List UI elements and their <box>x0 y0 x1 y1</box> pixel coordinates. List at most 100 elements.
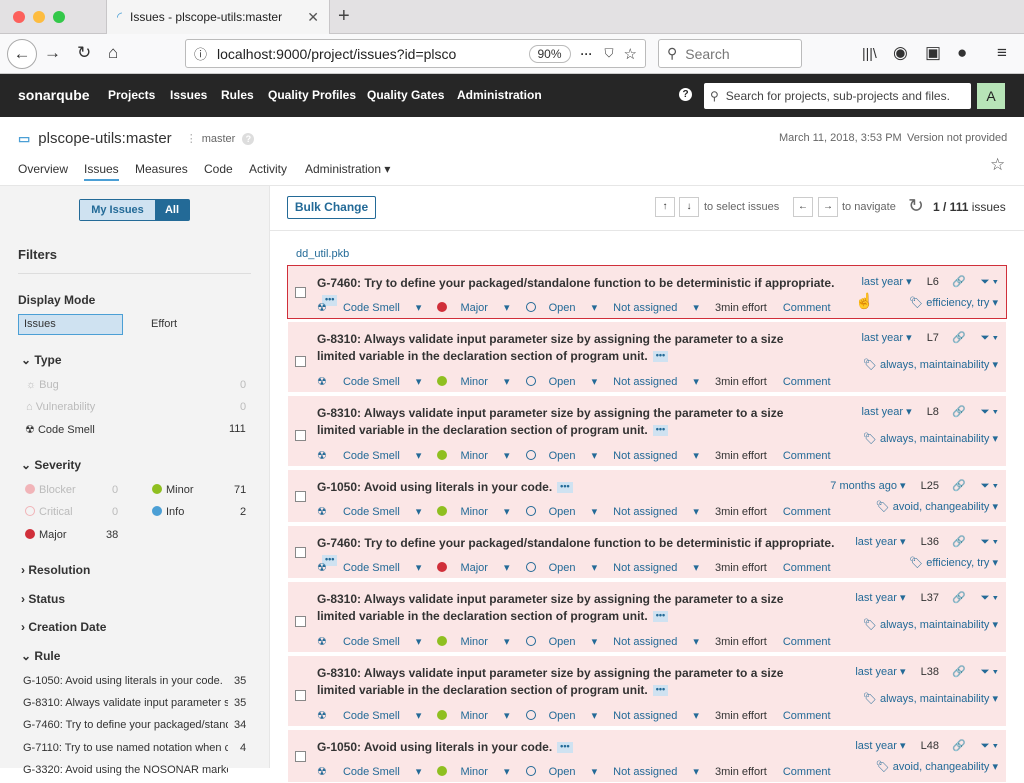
issue-age[interactable]: last year ▾ <box>855 536 905 548</box>
info-icon[interactable]: ⓘ <box>194 44 207 63</box>
issue-comment[interactable]: Comment <box>783 636 831 648</box>
issue-severity[interactable]: Minor ▾ <box>437 710 510 722</box>
severity-info[interactable]: Info <box>152 506 184 518</box>
more-dots-icon[interactable]: ••• <box>557 742 573 754</box>
issue-age[interactable]: 7 months ago ▾ <box>830 480 905 492</box>
issue-type[interactable]: ☢ Code Smell ▾ <box>317 302 421 314</box>
issue-age[interactable]: last year ▾ <box>855 592 905 604</box>
new-tab-button[interactable]: + <box>338 5 350 28</box>
my-issues-button[interactable]: My Issues <box>80 200 155 220</box>
issue-row[interactable]: G-8310: Always validate input parameter … <box>287 321 1007 393</box>
issue-row[interactable]: G-1050: Avoid using literals in your cod… <box>287 729 1007 783</box>
issue-row[interactable]: G-1050: Avoid using literals in your cod… <box>287 469 1007 523</box>
tab-measures[interactable]: Measures <box>135 162 188 176</box>
issue-comment[interactable]: Comment <box>783 562 831 574</box>
issue-assignee[interactable]: Not assigned ▾ <box>613 562 699 574</box>
zoom-level[interactable]: 90% <box>528 44 571 63</box>
issue-title[interactable]: G-1050: Avoid using literals in your cod… <box>317 479 837 496</box>
issue-age[interactable]: last year ▾ <box>855 666 905 678</box>
issue-status[interactable]: Open ▾ <box>525 376 597 388</box>
sync-icon[interactable]: ◉ <box>893 43 908 63</box>
rule-item[interactable]: G-7110: Try to use named notation when c… <box>23 742 228 754</box>
nav-rules[interactable]: Rules <box>221 88 254 102</box>
issue-tags[interactable]: 🏷 avoid, changeability ▾ <box>876 760 998 773</box>
severity-critical[interactable]: Critical <box>25 506 73 518</box>
more-dots-icon[interactable]: ••• <box>557 482 573 494</box>
link-icon[interactable]: 🔗 <box>952 332 966 344</box>
issue-severity[interactable]: Minor ▾ <box>437 636 510 648</box>
issue-assignee[interactable]: Not assigned ▾ <box>613 450 699 462</box>
issue-severity[interactable]: Minor ▾ <box>437 450 510 462</box>
issue-line[interactable]: L8 <box>927 406 939 418</box>
filter-icon[interactable]: ⏷ ▾ <box>981 480 998 492</box>
issue-comment[interactable]: Comment <box>783 710 831 722</box>
creation-date-facet-header[interactable]: › Creation Date <box>21 620 106 634</box>
avatar[interactable]: A <box>977 83 1005 109</box>
issue-comment[interactable]: Comment <box>783 506 831 518</box>
issue-status[interactable]: Open ▾ <box>525 562 597 574</box>
minimize-window-button[interactable] <box>33 11 45 23</box>
issue-comment[interactable]: Comment <box>783 450 831 462</box>
more-dots-icon[interactable]: ••• <box>652 611 669 623</box>
issue-assignee[interactable]: Not assigned ▾ <box>613 636 699 648</box>
browser-search-field[interactable]: ⚲ Search <box>658 39 802 68</box>
link-icon[interactable]: 🔗 <box>952 592 966 604</box>
issue-title[interactable]: G-8310: Always validate input parameter … <box>317 591 817 625</box>
issue-status[interactable]: Open ▾ <box>525 636 597 648</box>
issue-status[interactable]: Open ▾ <box>525 506 597 518</box>
url-bar[interactable]: ⓘ localhost:9000/project/issues?id=plsco… <box>185 39 646 68</box>
issue-line[interactable]: L25 <box>921 480 939 492</box>
issue-status[interactable]: Open ▾ <box>525 450 597 462</box>
filter-icon[interactable]: ⏷ ▾ <box>981 666 998 678</box>
rule-item[interactable]: G-1050: Avoid using literals in your cod… <box>23 675 228 687</box>
issue-type[interactable]: ☢ Code Smell ▾ <box>317 450 421 462</box>
file-path[interactable]: dd_util.pkb <box>296 248 349 260</box>
issue-severity[interactable]: Minor ▾ <box>437 506 510 518</box>
issue-age[interactable]: last year ▾ <box>855 740 905 752</box>
forward-button[interactable]: → <box>44 43 61 63</box>
issue-tags[interactable]: 🏷 avoid, changeability ▾ <box>876 500 998 513</box>
issue-checkbox[interactable] <box>295 491 306 502</box>
sonarqube-logo[interactable]: sonarqube <box>18 87 90 103</box>
library-icon[interactable]: |||\ <box>862 43 877 63</box>
status-facet-header[interactable]: › Status <box>21 592 65 606</box>
global-search-input[interactable]: ⚲ Search for projects, sub-projects and … <box>704 83 971 109</box>
close-window-button[interactable] <box>13 11 25 23</box>
tab-administration[interactable]: Administration ▾ <box>305 162 390 176</box>
link-icon[interactable]: 🔗 <box>952 276 966 288</box>
issue-title[interactable]: G-1050: Avoid using literals in your cod… <box>317 739 837 756</box>
reload-button[interactable]: ↻ <box>77 43 91 63</box>
reload-issues-icon[interactable]: ↻ <box>908 195 924 218</box>
pocket-icon[interactable]: ⛉ <box>605 46 614 61</box>
nav-administration[interactable]: Administration <box>457 88 542 102</box>
issue-age[interactable]: last year ▾ <box>861 406 911 418</box>
help-icon[interactable]: ? <box>679 88 692 101</box>
browser-tab[interactable]: ◜ Issues - plscope-utils:master ✕ <box>106 0 330 34</box>
issue-row[interactable]: G-8310: Always validate input parameter … <box>287 581 1007 653</box>
issue-tags[interactable]: 🏷 always, maintainability ▾ <box>863 432 998 445</box>
nav-issues[interactable]: Issues <box>170 88 207 102</box>
filter-icon[interactable]: ⏷ ▾ <box>981 332 998 344</box>
issue-checkbox[interactable] <box>295 356 306 367</box>
issue-title[interactable]: G-8310: Always validate input parameter … <box>317 331 817 365</box>
issue-tags[interactable]: 🏷 efficiency, try ▾ <box>909 556 998 569</box>
issue-line[interactable]: L36 <box>921 536 939 548</box>
issue-line[interactable]: L37 <box>921 592 939 604</box>
filter-icon[interactable]: ⏷ ▾ <box>981 592 998 604</box>
issue-assignee[interactable]: Not assigned ▾ <box>613 710 699 722</box>
severity-facet-header[interactable]: ⌄ Severity <box>21 458 81 472</box>
all-issues-button[interactable]: All <box>155 200 189 220</box>
type-vulnerability[interactable]: ⌂ Vulnerability <box>26 401 95 413</box>
issue-severity[interactable]: Minor ▾ <box>437 376 510 388</box>
issue-age[interactable]: last year ▾ <box>861 332 911 344</box>
menu-icon[interactable]: ≡ <box>997 43 1007 63</box>
nav-quality-gates[interactable]: Quality Gates <box>367 88 444 102</box>
filter-icon[interactable]: ⏷ ▾ <box>981 406 998 418</box>
tab-issues[interactable]: Issues <box>84 162 119 181</box>
project-name[interactable]: plscope-utils:master <box>38 130 171 147</box>
link-icon[interactable]: 🔗 <box>952 480 966 492</box>
issue-tags[interactable]: 🏷 always, maintainability ▾ <box>863 358 998 371</box>
bookmark-star-icon[interactable]: ☆ <box>624 45 637 63</box>
rule-item[interactable]: G-8310: Always validate input parameter … <box>23 697 228 709</box>
display-mode-issues[interactable]: Issues <box>18 314 123 335</box>
